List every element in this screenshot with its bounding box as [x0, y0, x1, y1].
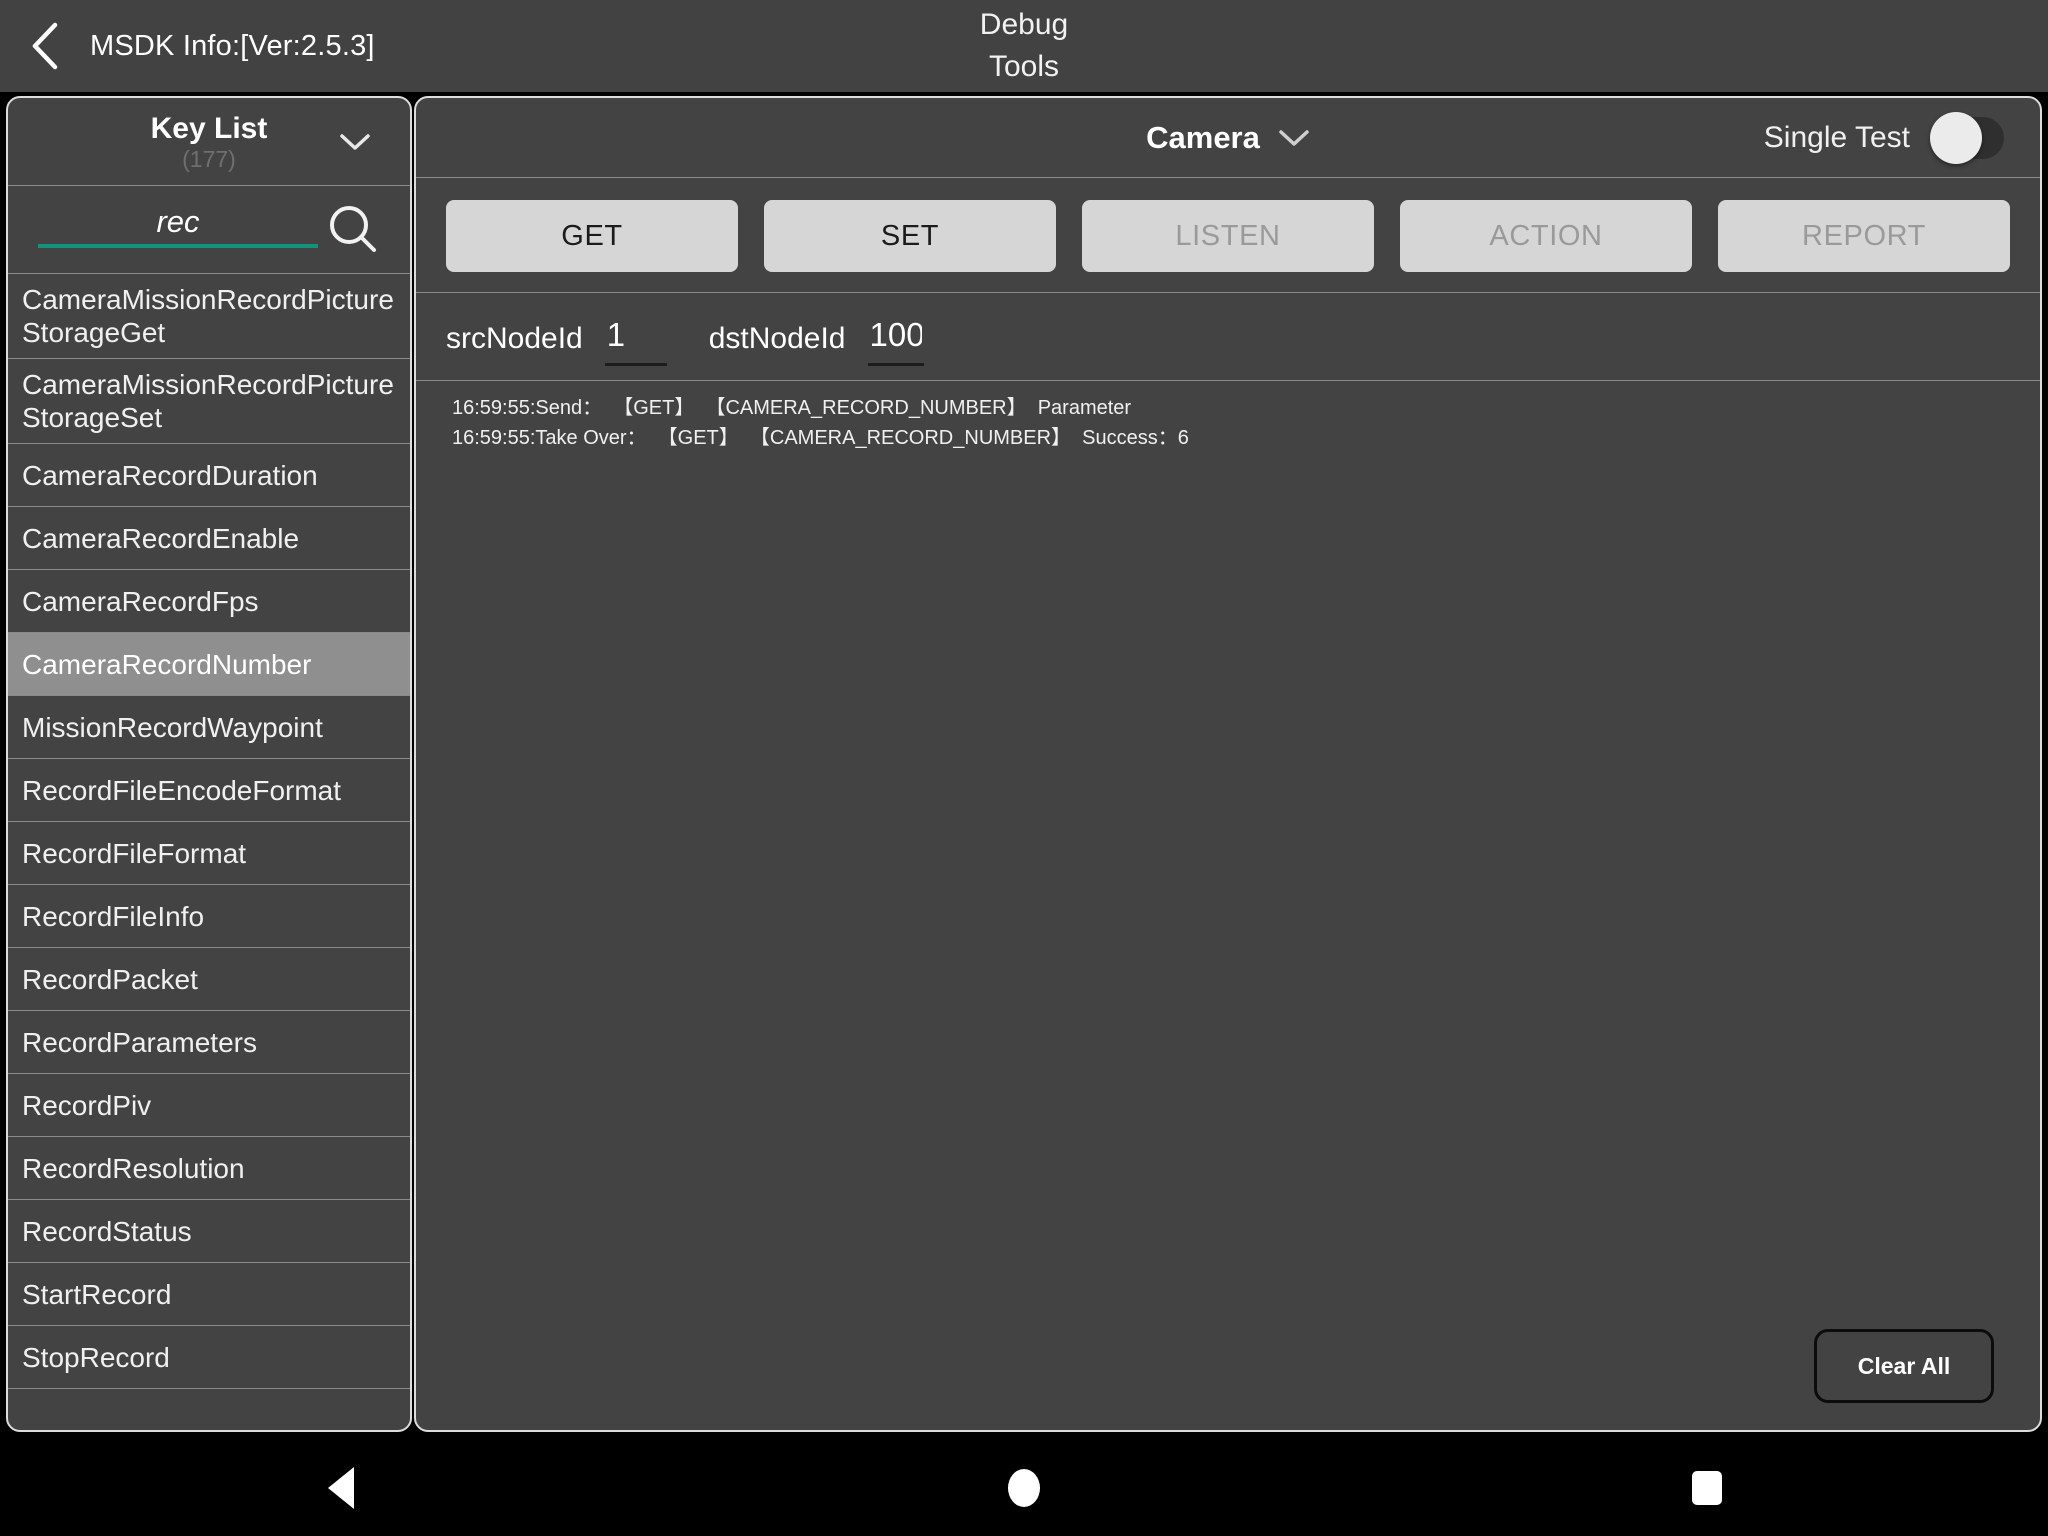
search-icon — [330, 205, 376, 252]
triangle-back-icon — [328, 1467, 355, 1509]
key-list-item[interactable]: RecordPacket — [8, 948, 410, 1011]
key-list-count: (177) — [182, 145, 236, 172]
nav-recents-button[interactable] — [1607, 1440, 1807, 1536]
key-list-item[interactable]: MissionRecordWaypoint — [8, 696, 410, 759]
key-list-item[interactable]: StopRecord — [8, 1326, 410, 1389]
clear-all-button[interactable]: Clear All — [1814, 1329, 1994, 1403]
action-button-report: REPORT — [1718, 200, 2010, 272]
action-button-set[interactable]: SET — [764, 200, 1056, 272]
single-test-label: Single Test — [1763, 120, 1910, 154]
key-list-item[interactable]: CameraRecordFps — [8, 570, 410, 633]
action-button-row: GET SET LISTEN ACTION REPORT — [416, 178, 2040, 293]
toggle-knob — [1930, 111, 1982, 164]
key-list-item[interactable]: RecordParameters — [8, 1011, 410, 1074]
node-id-row: srcNodeId dstNodeId — [416, 293, 2040, 381]
dst-node-input[interactable] — [867, 311, 924, 366]
module-dropdown-label: Camera — [1146, 119, 1260, 155]
action-button-action: ACTION — [1400, 200, 1692, 272]
key-list-item[interactable]: RecordFileFormat — [8, 822, 410, 885]
back-button[interactable] — [0, 0, 90, 92]
key-list-item[interactable]: StartRecord — [8, 1263, 410, 1326]
key-list-item[interactable]: CameraRecordEnable — [8, 507, 410, 570]
key-list-panel: Key List (177) CameraMissionRecordPictur… — [6, 96, 412, 1432]
page-title-line1: Debug — [979, 8, 1069, 41]
app-header: MSDK Info:[Ver:2.5.3] Debug Tools — [0, 0, 2048, 92]
key-list-item[interactable]: RecordFileEncodeFormat — [8, 759, 410, 822]
key-list-item[interactable]: RecordFileInfo — [8, 885, 410, 948]
key-list-item[interactable]: CameraMissionRecordPictureStorageSet — [8, 359, 410, 444]
single-test-control[interactable]: Single Test — [1763, 111, 2004, 164]
square-recents-icon — [1691, 1471, 1722, 1505]
single-test-toggle[interactable] — [1930, 111, 2004, 164]
page-title-line2: Tools — [988, 50, 1060, 83]
src-node-input[interactable] — [604, 311, 667, 366]
page-title: Debug Tools — [939, 0, 1109, 92]
chevron-down-icon — [1279, 129, 1309, 146]
search-button[interactable] — [318, 195, 388, 265]
key-list-item[interactable]: CameraMissionRecordPictureStorageGet — [8, 274, 410, 359]
search-input[interactable] — [38, 200, 318, 248]
msdk-info-label: MSDK Info:[Ver:2.5.3] — [90, 29, 375, 62]
log-line: 16:59:55:Send： 【GET】 【CAMERA_RECORD_NUMB… — [452, 397, 1132, 419]
src-node-label: srcNodeId — [446, 321, 583, 355]
circle-home-icon — [1007, 1469, 1040, 1507]
key-list-header[interactable]: Key List (177) — [8, 98, 410, 186]
key-list-item[interactable]: RecordResolution — [8, 1137, 410, 1200]
key-list-item[interactable]: RecordPiv — [8, 1074, 410, 1137]
log-output: 16:59:55:Send： 【GET】 【CAMERA_RECORD_NUMB… — [416, 381, 2040, 1430]
dst-node-label: dstNodeId — [708, 321, 846, 355]
body-area: Key List (177) CameraMissionRecordPictur… — [0, 92, 2048, 1440]
key-list-scroll[interactable]: CameraMissionRecordPictureStorageGet Came… — [8, 274, 410, 1430]
nav-home-button[interactable] — [924, 1440, 1124, 1536]
key-list-title: Key List — [150, 111, 268, 145]
key-list-item[interactable]: CameraRecordNumber — [8, 633, 410, 696]
key-search-row — [8, 186, 410, 274]
nav-back-button[interactable] — [241, 1440, 441, 1536]
chevron-left-icon — [32, 22, 58, 70]
module-dropdown[interactable]: Camera — [1146, 120, 1310, 156]
android-navbar — [0, 1440, 2048, 1536]
action-button-listen: LISTEN — [1082, 200, 1374, 272]
main-panel: Camera Single Test GET SET LISTEN ACTION REP… — [414, 96, 2042, 1432]
log-line: 16:59:55:Take Over： 【GET】 【CAMERA_RECORD… — [452, 427, 1189, 449]
main-panel-toolbar: Camera Single Test — [416, 98, 2040, 178]
chevron-down-icon[interactable] — [338, 132, 372, 152]
key-list-item[interactable]: RecordStatus — [8, 1200, 410, 1263]
app-root: MSDK Info:[Ver:2.5.3] Debug Tools Key Li… — [0, 0, 2048, 1536]
key-list-item[interactable]: CameraRecordDuration — [8, 444, 410, 507]
action-button-get[interactable]: GET — [446, 200, 738, 272]
